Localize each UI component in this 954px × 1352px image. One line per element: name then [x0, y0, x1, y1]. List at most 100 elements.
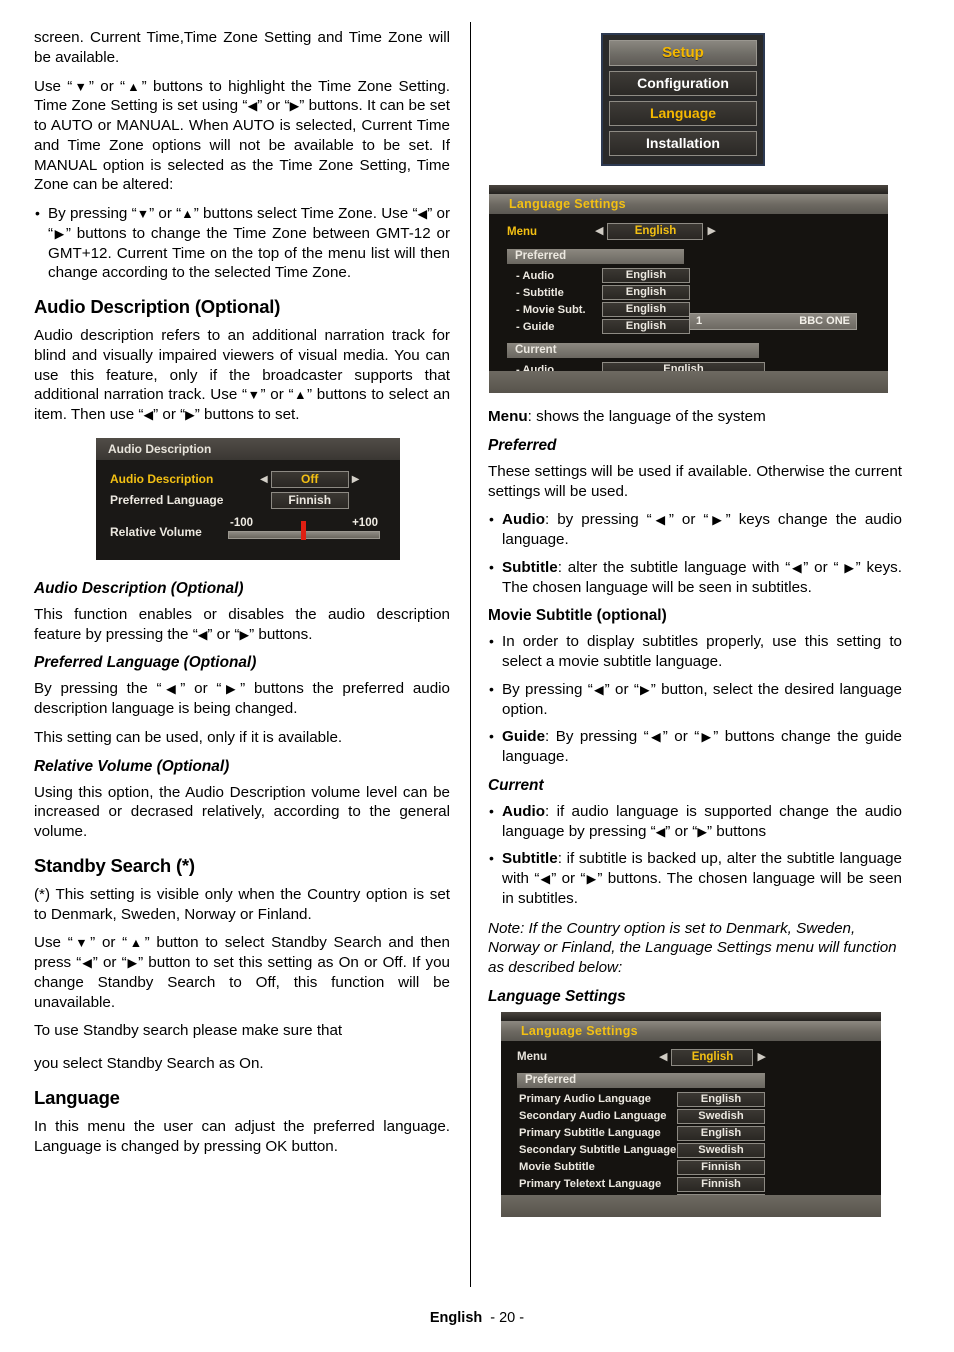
right-arrow-icon[interactable]: ▶	[352, 474, 360, 485]
paragraph-time-zone-setting: Use “▼” or “▲” buttons to highlight the …	[34, 77, 450, 196]
text-frag: : by pressing “	[545, 511, 652, 529]
text-frag: : By pressing “	[545, 728, 649, 746]
paragraph-menu-description: Menu: shows the language of the system	[488, 407, 902, 427]
right-arrow-icon[interactable]: ▶	[707, 226, 715, 237]
right-arrow-glyph: ▶	[585, 872, 598, 886]
paragraph-setting-availability: This setting can be used, only if it is …	[34, 728, 343, 746]
right-arrow-icon[interactable]: ▶	[757, 1051, 765, 1063]
term-subtitle: Subtitle	[502, 558, 558, 576]
osd-row-value[interactable]: Off	[270, 470, 349, 488]
osd-row-control[interactable]: ◀ Off ▶	[260, 470, 360, 488]
osd-row-value[interactable]: Swedish	[677, 1108, 765, 1124]
osd-row-audio-description[interactable]: Audio Description ◀ Off ▶	[110, 470, 388, 488]
page-footer: English - 20 -	[0, 1310, 954, 1326]
down-arrow-glyph: ▼	[136, 207, 150, 221]
left-arrow-glyph: ◀	[790, 560, 804, 575]
subheading-preferred-language: Preferred Language (Optional)	[34, 654, 257, 672]
left-arrow-icon[interactable]: ◀	[260, 474, 268, 485]
text-frag: By pressing “	[48, 205, 137, 222]
list-item: Audio: by pressing “◀” or “▶” keys chang…	[488, 510, 902, 550]
osd-row-label: Primary Teletext Language	[519, 1178, 662, 1191]
osd-row-secondary-subtitle-language[interactable]: Secondary Subtitle Language Swedish	[517, 1142, 871, 1158]
text-frag: ” buttons to set.	[194, 406, 300, 423]
volume-slider-thumb[interactable]	[301, 520, 306, 540]
text-frag: ” or “	[665, 822, 698, 840]
osd-row-value[interactable]: English	[671, 1048, 754, 1066]
subheading-audio-description-optional: Audio Description (Optional)	[34, 579, 244, 597]
osd-row-value[interactable]: Finnish	[270, 491, 349, 509]
text-frag: ” or “	[149, 205, 182, 222]
language-settings-osd-top-screenshot: Language Settings Menu ◀ English ▶ Prefe…	[489, 185, 888, 393]
osd-row-primary-subtitle-language[interactable]: Primary Subtitle Language English	[517, 1125, 871, 1141]
osd-row-label: Primary Subtitle Language	[519, 1127, 661, 1140]
osd-section-preferred: Preferred	[507, 249, 684, 264]
osd-row-value[interactable]: English	[677, 1091, 765, 1107]
right-arrow-glyph: ▶	[185, 408, 195, 422]
osd-row-label: Movie Subtitle	[519, 1161, 595, 1174]
subheading-preferred: Preferred	[488, 436, 557, 454]
osd-row-secondary-audio-language[interactable]: Secondary Audio Language Swedish	[517, 1108, 871, 1124]
paragraph-audio-description-toggle: This function enables or disables the au…	[34, 605, 450, 645]
osd-row-menu[interactable]: Menu ◀ English ▶	[507, 223, 874, 240]
osd-row-value[interactable]: English	[677, 1125, 765, 1141]
osd-row-preferred-subtitle[interactable]: - Subtitle English	[507, 285, 874, 300]
osd-row-label: Relative Volume	[110, 524, 202, 539]
volume-slider[interactable]: -100 +100	[228, 517, 380, 540]
osd-row-value[interactable]: English	[602, 268, 690, 283]
text-frag: Use “	[34, 77, 73, 95]
left-arrow-icon[interactable]: ◀	[659, 1051, 667, 1063]
osd-row-value[interactable]: English	[602, 285, 690, 300]
osd-bottom-strip	[501, 1194, 881, 1217]
manual-page: screen. Current Time,Time Zone Setting a…	[0, 0, 954, 1352]
osd-row-relative-volume[interactable]: Relative Volume -100 +100	[110, 517, 388, 540]
osd-row-primary-teletext-language[interactable]: Primary Teletext Language Finnish	[517, 1176, 871, 1192]
list-item: Audio: if audio language is supported ch…	[488, 802, 902, 842]
setup-menu-title: Setup	[609, 40, 757, 66]
volume-slider-track[interactable]	[228, 520, 380, 540]
text-frag: Use “	[34, 934, 73, 952]
osd-row-preferred-audio[interactable]: - Audio English	[507, 268, 874, 283]
text-frag: ” buttons to change the Time Zone betwee…	[48, 224, 450, 282]
paragraph-language-intro: In this menu the user can adjust the pre…	[34, 1117, 450, 1155]
right-arrow-glyph: ▶	[239, 627, 250, 642]
osd-row-primary-audio-language[interactable]: Primary Audio Language English	[517, 1091, 871, 1107]
right-arrow-glyph: ▶	[699, 730, 714, 745]
osd-row-label: Menu	[517, 1051, 548, 1064]
osd-row-value[interactable]: English	[607, 223, 704, 240]
up-arrow-glyph: ▲	[181, 207, 194, 221]
down-arrow-glyph: ▼	[247, 388, 261, 403]
audio-description-osd-screenshot: Audio Description Audio Description ◀ Of…	[96, 437, 400, 560]
right-arrow-glyph: ▶	[289, 99, 300, 114]
right-arrow-glyph: ▶	[221, 682, 241, 697]
term-guide: Guide	[502, 728, 546, 746]
down-arrow-glyph: ▼	[72, 79, 89, 94]
text-frag: ” or “	[668, 511, 709, 529]
setup-item-installation[interactable]: Installation	[609, 131, 757, 156]
footer-language: English	[429, 1310, 483, 1326]
osd-row-movie-subtitle[interactable]: Movie Subtitle Finnish	[517, 1159, 871, 1175]
setup-menu-screenshot: Setup Configuration Language Installatio…	[601, 33, 765, 166]
osd-row-menu[interactable]: Menu ◀ English ▶	[517, 1048, 871, 1066]
osd-row-label: Preferred Language	[110, 493, 224, 508]
left-arrow-icon[interactable]: ◀	[595, 226, 603, 237]
osd-section-preferred: Preferred	[517, 1072, 765, 1088]
setup-item-language[interactable]: Language	[609, 101, 757, 126]
setup-item-configuration[interactable]: Configuration	[609, 71, 757, 96]
channel-number: 1	[696, 315, 703, 327]
osd-row-control[interactable]: ◀ Finnish ▶	[260, 491, 359, 509]
osd-row-value[interactable]: Swedish	[677, 1142, 765, 1158]
osd-row-value[interactable]: Finnish	[677, 1159, 765, 1175]
language-settings-osd-bottom-screenshot: Language Settings Menu ◀ English ▶ Prefe…	[501, 1011, 881, 1217]
osd-row-value[interactable]: English	[602, 319, 690, 334]
two-column-layout: screen. Current Time,Time Zone Setting a…	[34, 28, 920, 1293]
osd-row-value[interactable]: Finnish	[677, 1176, 765, 1192]
list-item: Subtitle: if subtitle is backed up, alte…	[488, 849, 902, 908]
list-item: Guide: By pressing “◀” or “▶” buttons ch…	[488, 727, 902, 767]
osd-row-value[interactable]: English	[602, 302, 690, 317]
osd-body: Menu ◀ English ▶ Preferred Primary Audio…	[501, 1040, 881, 1217]
text-frag: ” or “	[153, 406, 186, 423]
osd-top-strip	[489, 185, 888, 194]
up-arrow-glyph: ▲	[127, 936, 145, 951]
osd-row-preferred-language[interactable]: Preferred Language ◀ Finnish ▶	[110, 491, 388, 509]
text-frag: ” or “	[604, 680, 639, 698]
